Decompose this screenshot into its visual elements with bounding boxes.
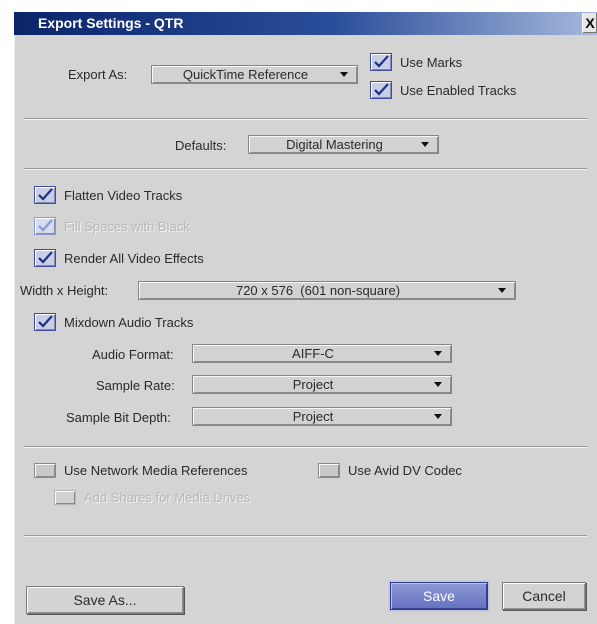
sample-bit-depth-dropdown[interactable]: Project bbox=[192, 407, 452, 426]
network-media-checkbox[interactable] bbox=[34, 463, 56, 478]
chevron-down-icon bbox=[434, 351, 442, 356]
sample-rate-label: Sample Rate: bbox=[96, 378, 175, 393]
use-marks-checkbox[interactable] bbox=[370, 53, 392, 71]
chevron-down-icon bbox=[434, 382, 442, 387]
width-height-label: Width x Height: bbox=[20, 283, 109, 298]
checkmark-icon bbox=[38, 251, 53, 264]
sample-bit-depth-label: Sample Bit Depth: bbox=[66, 410, 171, 425]
close-button[interactable]: X bbox=[582, 13, 597, 33]
use-marks-label: Use Marks bbox=[400, 55, 463, 70]
divider bbox=[24, 168, 587, 170]
export-as-value: QuickTime Reference bbox=[182, 67, 309, 82]
add-shares-checkbox[interactable] bbox=[54, 490, 76, 505]
chevron-down-icon bbox=[421, 142, 429, 147]
chevron-down-icon bbox=[498, 288, 506, 293]
render-effects-checkbox[interactable] bbox=[34, 249, 56, 267]
width-height-value: 720 x 576 (601 non-square) bbox=[235, 283, 401, 298]
mixdown-audio-checkbox[interactable] bbox=[34, 313, 56, 331]
network-media-label: Use Network Media References bbox=[64, 463, 248, 478]
save-as-button[interactable]: Save As... bbox=[26, 586, 184, 614]
divider bbox=[24, 118, 587, 120]
export-as-dropdown[interactable]: QuickTime Reference bbox=[151, 65, 358, 84]
flatten-video-label: Flatten Video Tracks bbox=[64, 188, 183, 203]
defaults-label: Defaults: bbox=[175, 138, 227, 153]
use-enabled-tracks-label: Use Enabled Tracks bbox=[400, 83, 517, 98]
defaults-value: Digital Mastering bbox=[286, 137, 383, 152]
fill-spaces-label: Fill Spaces with Black bbox=[64, 219, 190, 234]
add-shares-label: Add Shares for Media Drives bbox=[84, 490, 251, 505]
audio-format-value: AIFF-C bbox=[292, 346, 334, 361]
audio-format-dropdown[interactable]: AIFF-C bbox=[192, 344, 452, 363]
divider bbox=[24, 535, 587, 537]
checkmark-icon bbox=[38, 315, 53, 328]
flatten-video-checkbox[interactable] bbox=[34, 186, 56, 204]
export-settings-dialog: Export Settings - QTR X Export As: Quick… bbox=[14, 12, 597, 624]
checkmark-icon bbox=[374, 55, 389, 68]
avid-dv-codec-label: Use Avid DV Codec bbox=[348, 463, 462, 478]
width-height-dropdown[interactable]: 720 x 576 (601 non-square) bbox=[138, 281, 516, 300]
render-effects-label: Render All Video Effects bbox=[64, 251, 204, 266]
title-bar[interactable]: Export Settings - QTR X bbox=[14, 12, 597, 35]
checkmark-icon bbox=[38, 188, 53, 201]
use-enabled-tracks-checkbox[interactable] bbox=[370, 81, 392, 99]
checkmark-icon bbox=[38, 219, 53, 232]
defaults-dropdown[interactable]: Digital Mastering bbox=[248, 135, 439, 154]
fill-spaces-checkbox[interactable] bbox=[34, 217, 56, 235]
save-button[interactable]: Save bbox=[390, 582, 488, 610]
export-as-label: Export As: bbox=[68, 67, 128, 82]
mixdown-audio-label: Mixdown Audio Tracks bbox=[64, 315, 194, 330]
audio-format-label: Audio Format: bbox=[92, 347, 174, 362]
checkmark-icon bbox=[374, 83, 389, 96]
chevron-down-icon bbox=[434, 414, 442, 419]
cancel-button[interactable]: Cancel bbox=[502, 582, 586, 610]
dialog-title: Export Settings - QTR bbox=[38, 15, 184, 31]
chevron-down-icon bbox=[340, 72, 348, 77]
sample-bit-depth-value: Project bbox=[292, 409, 334, 424]
avid-dv-codec-checkbox[interactable] bbox=[318, 463, 340, 478]
divider bbox=[24, 446, 587, 448]
sample-rate-dropdown[interactable]: Project bbox=[192, 375, 452, 394]
sample-rate-value: Project bbox=[292, 377, 334, 392]
